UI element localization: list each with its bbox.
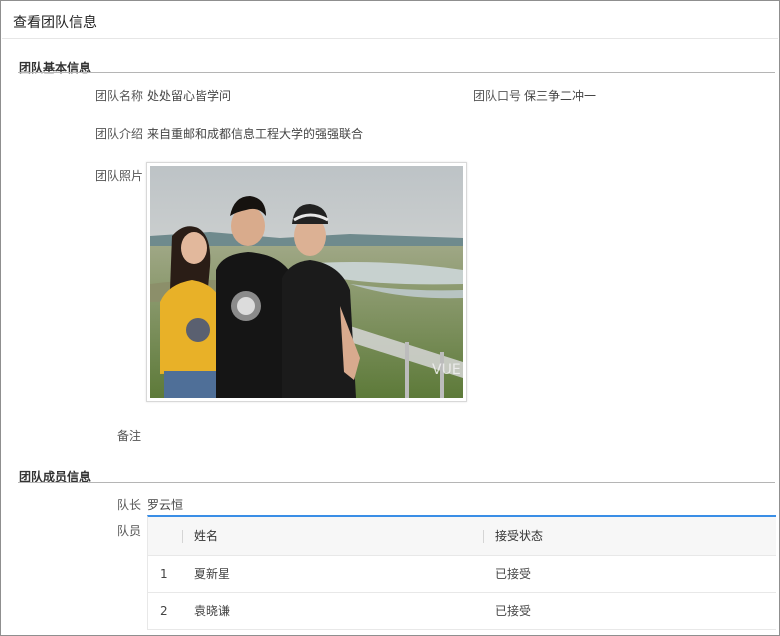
member-name: 袁晓谦 bbox=[194, 604, 231, 618]
table-row[interactable]: 1 夏新星 已接受 bbox=[148, 556, 776, 593]
team-photo[interactable]: VUE bbox=[146, 162, 467, 402]
column-divider bbox=[182, 530, 183, 543]
row-index: 1 bbox=[160, 567, 168, 581]
team-slogan-value: 保三争二冲一 bbox=[524, 89, 597, 103]
team-slogan-label: 团队口号 bbox=[473, 89, 522, 103]
column-header-status[interactable]: 接受状态 bbox=[495, 517, 543, 555]
member-status: 已接受 bbox=[495, 604, 532, 618]
table-header-row: 姓名 接受状态 bbox=[148, 517, 776, 556]
section-title-basic-info: 团队基本信息 bbox=[19, 61, 92, 75]
section-divider bbox=[18, 482, 775, 483]
members-label: 队员 bbox=[117, 524, 142, 538]
column-header-name[interactable]: 姓名 bbox=[194, 517, 218, 555]
page-title: 查看团队信息 bbox=[13, 15, 97, 31]
team-photo-label: 团队照片 bbox=[95, 169, 144, 183]
team-intro-label: 团队介绍 bbox=[95, 127, 144, 141]
team-name-label: 团队名称 bbox=[95, 89, 144, 103]
member-name: 夏新星 bbox=[194, 567, 231, 581]
page-frame: 查看团队信息 团队基本信息 团队名称 处处留心皆学问 团队口号 保三争二冲一 团… bbox=[0, 0, 780, 636]
table-row[interactable]: 2 袁晓谦 已接受 bbox=[148, 593, 776, 630]
team-photo-image: VUE bbox=[150, 166, 463, 398]
column-header-index bbox=[160, 517, 180, 555]
row-index: 2 bbox=[160, 604, 168, 618]
page-header: 查看团队信息 bbox=[2, 2, 778, 39]
member-status: 已接受 bbox=[495, 567, 532, 581]
team-intro-value: 来自重邮和成都信息工程大学的强强联合 bbox=[147, 127, 364, 141]
leader-label: 队长 bbox=[117, 498, 142, 512]
svg-text:VUE: VUE bbox=[432, 362, 461, 378]
members-table: 姓名 接受状态 1 夏新星 已接受 2 袁晓谦 已接受 bbox=[147, 515, 776, 630]
team-name-value: 处处留心皆学问 bbox=[147, 89, 232, 103]
leader-value: 罗云恒 bbox=[147, 498, 184, 512]
section-divider bbox=[18, 72, 775, 73]
column-divider bbox=[483, 530, 484, 543]
remark-label: 备注 bbox=[117, 429, 142, 443]
